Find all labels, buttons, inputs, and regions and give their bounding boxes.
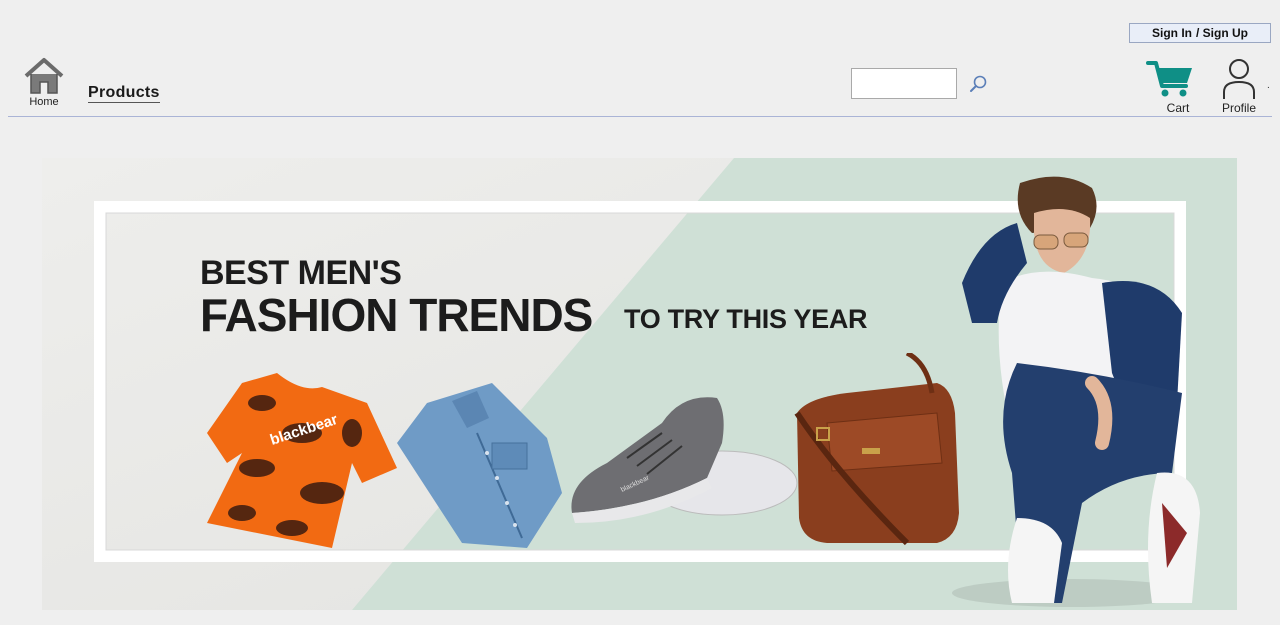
nav-profile[interactable]: Profile — [1214, 58, 1264, 115]
search-icon — [970, 75, 987, 92]
header-trailing-mark: . — [1267, 80, 1270, 91]
nav-cart[interactable]: Cart — [1146, 58, 1202, 115]
denim-shirt-image — [397, 383, 562, 548]
signup-label: / Sign Up — [1196, 26, 1248, 40]
user-icon — [1223, 59, 1255, 99]
search-button[interactable] — [966, 72, 990, 96]
search-input[interactable] — [851, 68, 957, 99]
profile-label: Profile — [1221, 101, 1256, 115]
tshirt-image: blackbear — [207, 373, 397, 548]
hero-banner[interactable]: BEST MEN'S FASHION TRENDS TO TRY THIS YE… — [42, 158, 1237, 610]
signin-signup-button[interactable]: Sign In / Sign Up — [1129, 23, 1271, 43]
home-icon — [24, 58, 64, 94]
sneaker-image: blackbear — [571, 397, 798, 523]
cart-label: Cart — [1166, 101, 1190, 115]
nav-home[interactable]: Home — [22, 56, 66, 112]
signin-label: Sign In — [1152, 26, 1192, 40]
cart-icon — [1146, 61, 1192, 97]
header-divider — [8, 116, 1272, 117]
model-image — [952, 176, 1200, 607]
nav-products-link[interactable]: Products — [88, 84, 160, 103]
leather-bag-image — [794, 353, 959, 546]
home-label: Home — [29, 96, 59, 108]
banner-headline-line2: FASHION TRENDS — [200, 289, 593, 341]
banner-headline-line3: TO TRY THIS YEAR — [624, 304, 868, 334]
